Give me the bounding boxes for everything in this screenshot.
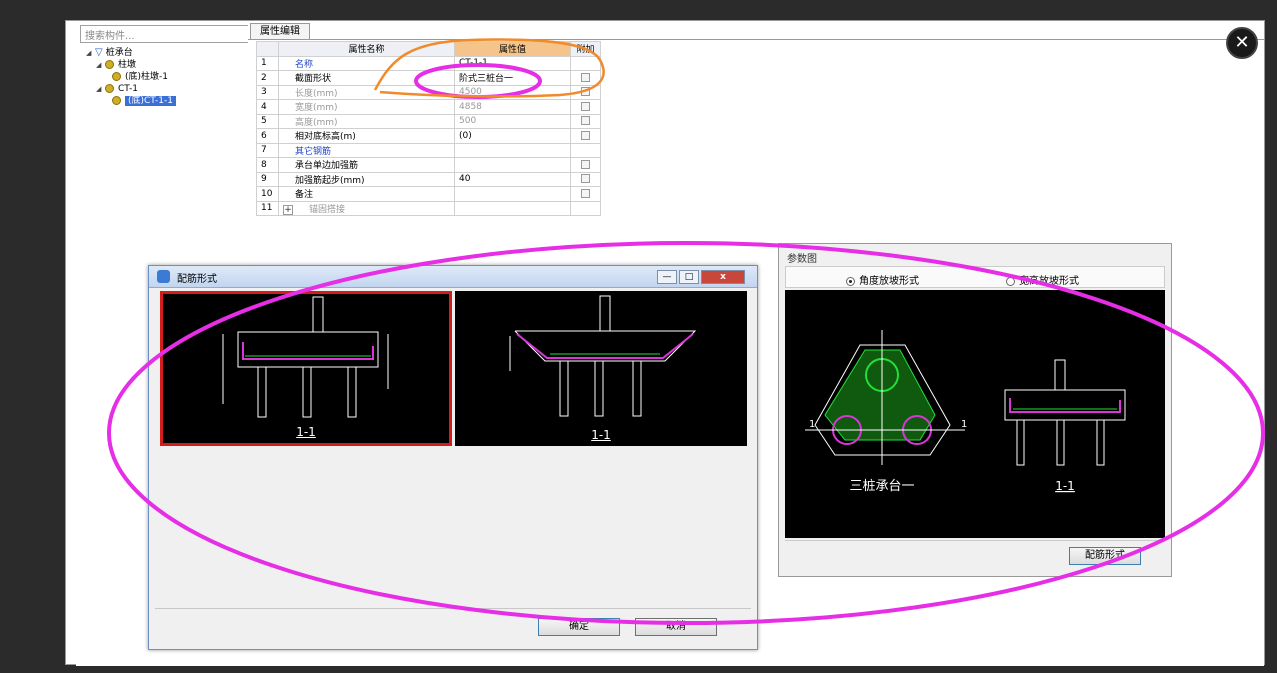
plan-label: 三桩承台一 — [849, 479, 914, 494]
property-value[interactable] — [454, 142, 571, 158]
property-name: 相对底标高(m) — [295, 132, 356, 143]
property-value[interactable]: 40 — [454, 171, 571, 187]
cancel-button[interactable]: 取消 — [635, 618, 717, 636]
col-header-extra: 附加 — [570, 41, 601, 57]
property-value[interactable] — [454, 157, 571, 173]
tree-node-zhudun[interactable]: ◢ 柱墩 — [86, 59, 176, 71]
property-row[interactable]: 6 相对底标高(m) (0) — [256, 128, 601, 144]
property-row[interactable]: 5 高度(mm) 500 — [256, 113, 601, 129]
section-caption: 1-1 — [296, 425, 316, 439]
property-name: 承台单边加强筋 — [295, 161, 359, 172]
property-name: 宽度(mm) — [295, 103, 338, 114]
search-input[interactable]: 搜索构件... — [80, 25, 256, 43]
parameter-drawing: 1 1 三桩承台一 1-1 — [785, 290, 1165, 538]
extra-checkbox[interactable] — [581, 87, 590, 97]
extra-checkbox[interactable] — [581, 116, 590, 126]
svg-text:1: 1 — [809, 419, 815, 430]
property-row[interactable]: 10 备注 — [256, 186, 601, 202]
property-name: 加强筋起步(mm) — [295, 175, 365, 186]
slope-form-radio-group: 角度放坡形式 宽高放坡形式 — [785, 266, 1165, 288]
component-tree: ◢ ▽ 桩承台 ◢ 柱墩 (底)柱墩-1 ◢ CT-1 (底)CT-1-1 — [86, 47, 176, 107]
extra-checkbox[interactable] — [581, 188, 590, 198]
extra-checkbox[interactable] — [581, 130, 590, 140]
property-grid: 属性名称 属性值 附加 1 名称 CT-1-1 2 截面形状 阶式三桩台一 3 长度(mm) 4… — [256, 41, 601, 216]
parameter-drawing-svg: 1 1 三桩承台一 1-1 — [805, 330, 1126, 494]
property-row[interactable]: 7 其它钢筋 — [256, 142, 601, 158]
tree-node-zhudun-1[interactable]: (底)柱墩-1 — [86, 71, 176, 83]
rebar-form-button[interactable]: 配筋形式 — [1069, 547, 1141, 565]
section-label: 1-1 — [1055, 479, 1075, 493]
tree-node-ct1-1[interactable]: (底)CT-1-1 — [86, 95, 176, 107]
property-row[interactable]: 3 长度(mm) 4500 — [256, 84, 601, 100]
dialog-title: 配筋形式 — [177, 274, 217, 285]
close-icon[interactable]: ✕ — [1226, 27, 1258, 59]
parameter-diagram-panel: 参数图 角度放坡形式 宽高放坡形式 1 1 三桩承台一 1-1 配筋形式 — [778, 243, 1172, 577]
ok-button[interactable]: 确定 — [538, 618, 620, 636]
component-icon — [112, 96, 121, 105]
panel-header: 参数图 — [787, 254, 817, 265]
property-row[interactable]: 1 名称 CT-1-1 — [256, 55, 601, 71]
property-name: 其它钢筋 — [295, 146, 332, 157]
tree-node-ct1[interactable]: ◢ CT-1 — [86, 83, 176, 95]
app-logo-icon — [157, 270, 170, 283]
property-name: 高度(mm) — [295, 117, 338, 128]
property-value[interactable]: (0) — [454, 128, 571, 144]
section-drawing-2 — [509, 295, 697, 417]
property-value[interactable] — [454, 200, 571, 216]
component-icon — [105, 60, 114, 69]
property-row[interactable]: 9 加强筋起步(mm) 40 — [256, 171, 601, 187]
radio-angle-slope[interactable]: 角度放坡形式 — [846, 272, 919, 287]
tab-property-edit[interactable]: 属性编辑 — [250, 23, 310, 39]
component-icon — [112, 72, 121, 81]
col-header-name: 属性名称 — [278, 41, 455, 57]
expand-icon[interactable]: + — [283, 204, 293, 215]
maximize-button[interactable]: □ — [679, 270, 699, 284]
section-drawing-1 — [222, 296, 389, 418]
extra-checkbox[interactable] — [581, 72, 590, 82]
component-icon — [105, 84, 114, 93]
extra-checkbox[interactable] — [581, 174, 590, 184]
rebar-option-1[interactable]: 1-1 — [160, 291, 452, 446]
property-value[interactable]: 4858 — [454, 99, 571, 115]
property-name: 截面形状 — [295, 74, 332, 85]
property-value[interactable]: CT-1-1 — [454, 55, 571, 71]
col-header-value: 属性值 — [454, 41, 571, 57]
tree-node-root[interactable]: ◢ ▽ 桩承台 — [86, 47, 176, 59]
extra-checkbox[interactable] — [581, 159, 590, 169]
property-value[interactable]: 阶式三桩台一 — [454, 70, 571, 86]
property-name: 长度(mm) — [295, 88, 338, 99]
property-row[interactable]: 2 截面形状 阶式三桩台一 — [256, 70, 601, 86]
pile-cap-icon: ▽ — [95, 47, 103, 58]
property-value[interactable] — [454, 186, 571, 202]
section-caption: 1-1 — [591, 428, 611, 442]
minimize-button[interactable]: — — [657, 270, 677, 284]
property-row[interactable]: 4 宽度(mm) 4858 — [256, 99, 601, 115]
property-name: 备注 — [295, 190, 314, 201]
property-row[interactable]: 11 + 锚固搭接 — [256, 200, 601, 216]
property-name: 名称 — [295, 59, 314, 70]
property-value[interactable]: 500 — [454, 113, 571, 129]
radio-width-height-slope[interactable]: 宽高放坡形式 — [1006, 272, 1079, 287]
svg-text:1: 1 — [961, 419, 967, 430]
rebar-option-2[interactable]: 1-1 — [455, 291, 747, 446]
property-name: 锚固搭接 — [309, 204, 346, 215]
dialog-titlebar: 配筋形式 — □ x — [149, 266, 757, 288]
property-value[interactable]: 4500 — [454, 84, 571, 100]
property-row[interactable]: 8 承台单边加强筋 — [256, 157, 601, 173]
rebar-form-dialog: 配筋形式 — □ x 1-1 1-1 确定 取消 — [148, 265, 758, 650]
close-button[interactable]: x — [701, 270, 745, 284]
extra-checkbox[interactable] — [581, 101, 590, 111]
